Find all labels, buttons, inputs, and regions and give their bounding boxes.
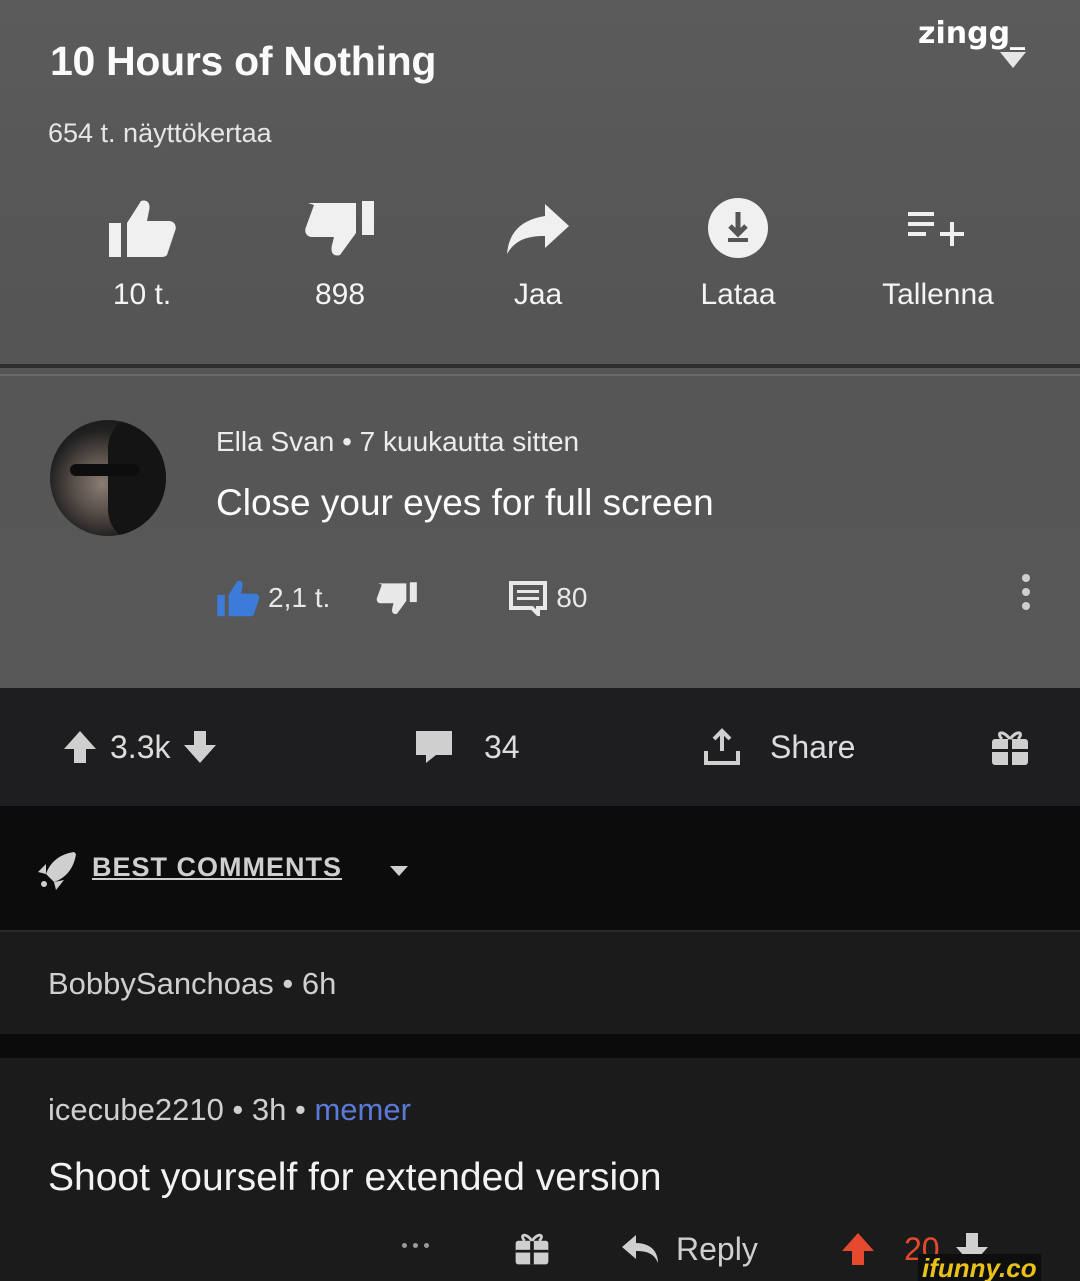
zingg-watermark: zingg_ [918,16,1026,51]
comment-like-button[interactable]: 2,1 t. [216,578,330,618]
youtube-screenshot: 10 Hours of Nothing 654 t. näyttökertaa … [0,0,1080,688]
comments-button[interactable]: 34 [414,688,520,806]
upvote-arrow-icon[interactable] [840,1231,876,1267]
user-badge: memer [314,1092,411,1127]
reply-arrow-icon [622,1235,658,1263]
comment-more-icon[interactable] [1016,574,1036,610]
reply-label: Reply [676,1230,758,1267]
chevron-down-icon[interactable] [390,866,408,876]
comment-separator [0,1034,1080,1058]
rocket-icon [38,852,76,890]
save-label: Tallenna [882,278,994,311]
section-divider [0,364,1080,368]
share-video-button[interactable]: Jaa [458,190,618,312]
watermark-arrow-icon [1000,52,1026,68]
view-count: 654 t. näyttökertaa [48,118,272,148]
thumbs-up-icon [217,580,260,617]
thumbs-up-icon [109,200,176,257]
commenter-avatar[interactable] [50,420,166,536]
comment-like-count: 2,1 t. [268,582,331,613]
comment-author-meta: icecube2210 • 3h • memer [48,1092,411,1128]
vote-group: 3.3k [62,688,218,806]
comment-actions: 2,1 t. 80 [216,576,587,620]
more-options-icon[interactable] [402,1243,429,1248]
gift-icon [992,731,1028,765]
share-arrow-icon [507,204,569,254]
download-icon [708,198,768,258]
section-divider [0,374,1080,376]
share-upload-icon [704,728,740,765]
upvote-count: 3.3k [110,728,171,765]
gift-button[interactable] [988,688,1032,806]
upvote-arrow-icon[interactable] [62,729,98,765]
comment-author-meta: Ella Svan • 7 kuukautta sitten [216,426,580,457]
thumbs-down-icon [376,582,418,615]
save-video-button[interactable]: Tallenna [858,190,1018,312]
comment-reply-count: 80 [556,582,588,613]
reply-button[interactable]: Reply [620,1224,758,1274]
reply-comment-icon [509,581,548,616]
gift-icon[interactable] [512,1228,552,1268]
like-video-button[interactable]: 10 t. [62,190,222,312]
comment-dislike-button[interactable] [376,579,418,617]
downvote-arrow-icon[interactable] [182,729,218,765]
ifunny-watermark: ifunny.co [918,1254,1041,1281]
comment-text: Shoot yourself for extended version [48,1156,662,1199]
share-label: Share [770,728,856,765]
download-label: Lataa [700,278,776,311]
thumbs-down-icon [305,201,374,256]
comment-author-meta[interactable]: BobbySanchoas • 6h [48,966,336,1002]
download-video-button[interactable]: Lataa [658,190,818,312]
share-label: Jaa [513,278,563,311]
dislike-video-button[interactable]: 898 [260,190,420,312]
comment-replies-button[interactable]: 80 [508,580,587,616]
comment-text: Close your eyes for full screen [216,482,714,523]
comment-count: 34 [484,728,520,765]
comment-author[interactable]: icecube2210 • 3h • [48,1092,314,1127]
add-to-playlist-icon [908,212,964,246]
post-action-bar: 3.3k 34 Share [0,688,1080,806]
dislike-count: 898 [314,278,366,311]
share-button[interactable]: Share [702,688,855,806]
best-comments-sort[interactable]: BEST COMMENTS [92,852,342,883]
video-title: 10 Hours of Nothing [50,38,437,84]
like-count: 10 t. [112,278,172,311]
comment-bubble-icon [416,731,452,763]
